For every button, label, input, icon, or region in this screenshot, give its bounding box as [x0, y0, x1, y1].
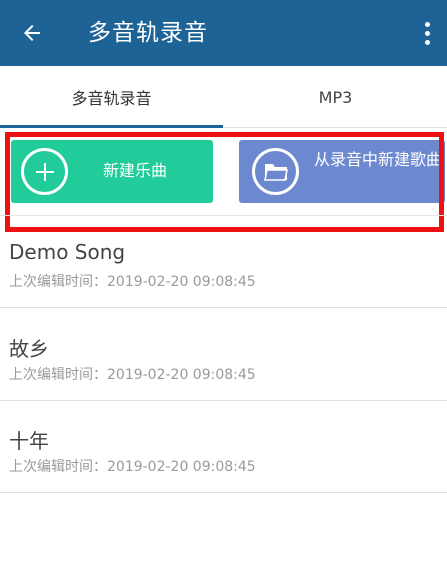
song-item[interactable]: Demo Song 上次编辑时间：2019-02-20 09:08:45 [0, 216, 447, 308]
tab-mp3[interactable]: MP3 [224, 66, 447, 128]
tab-indicator [0, 125, 223, 128]
back-button[interactable] [14, 15, 50, 51]
song-edited-time: 上次编辑时间：2019-02-20 09:08:45 [9, 459, 256, 475]
song-title: Demo Song [9, 240, 126, 264]
more-vertical-icon [424, 21, 430, 27]
app-bar: 多音轨录音 [0, 0, 447, 66]
song-edited-time: 上次编辑时间：2019-02-20 09:08:45 [9, 367, 256, 383]
song-edited-time: 上次编辑时间：2019-02-20 09:08:45 [9, 274, 256, 290]
overflow-menu-button[interactable] [415, 15, 439, 51]
tab-bar: 多音轨录音 MP3 [0, 66, 447, 128]
arrow-left-icon [24, 25, 40, 41]
song-item[interactable]: 故乡 上次编辑时间：2019-02-20 09:08:45 [0, 309, 447, 401]
song-title: 故乡 [9, 337, 49, 361]
song-title: 十年 [9, 429, 49, 453]
page-title: 多音轨录音 [88, 20, 208, 46]
tab-multitrack[interactable]: 多音轨录音 [0, 66, 223, 128]
song-item[interactable]: 十年 上次编辑时间：2019-02-20 09:08:45 [0, 401, 447, 493]
